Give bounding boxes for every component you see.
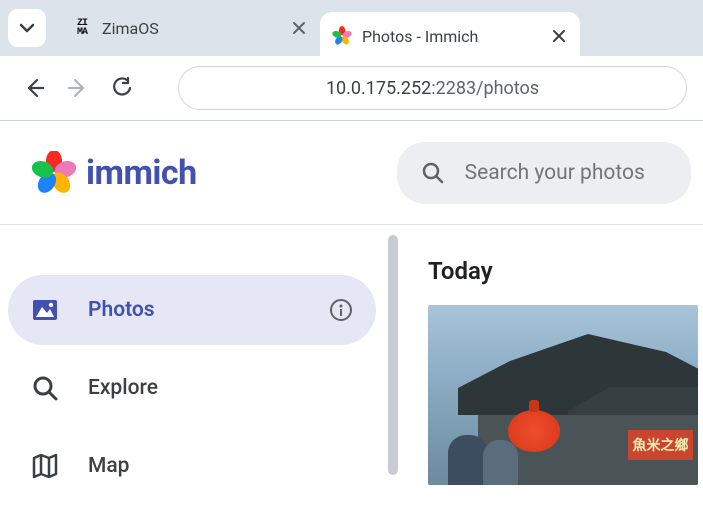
back-button[interactable]	[16, 70, 52, 106]
sidebar-item-label: Photos	[88, 298, 300, 322]
search-icon	[30, 373, 60, 403]
sidebar-item-label: Explore	[88, 376, 354, 400]
sidebar-item-photos[interactable]: Photos	[8, 275, 376, 345]
info-icon[interactable]	[328, 297, 354, 323]
arrow-right-icon	[67, 77, 89, 99]
search-box[interactable]: Search your photos	[397, 142, 691, 204]
immich-logo[interactable]: immich	[32, 151, 197, 195]
sidebar-item-map[interactable]: Map	[8, 431, 376, 501]
url-text: 10.0.175.252:2283/photos	[326, 78, 539, 99]
reload-button[interactable]	[104, 70, 140, 106]
tab-close-button[interactable]	[550, 27, 568, 45]
immich-favicon-icon	[332, 26, 352, 46]
tab-zimaos[interactable]: ZIMA ZimaOS	[60, 6, 320, 50]
scrollbar[interactable]	[388, 235, 398, 475]
photos-icon	[30, 295, 60, 325]
tab-title: ZimaOS	[102, 19, 280, 38]
section-title: Today	[428, 257, 703, 285]
arrow-left-icon	[23, 77, 45, 99]
tab-strip: ZIMA ZimaOS Photos - Immich	[0, 0, 703, 56]
reload-icon	[111, 77, 133, 99]
sidebar-item-label: Map	[88, 454, 354, 478]
close-icon	[552, 29, 566, 43]
sidebar-item-explore[interactable]: Explore	[8, 353, 376, 423]
tab-menu-button[interactable]	[8, 9, 46, 47]
search-placeholder: Search your photos	[465, 161, 645, 185]
immich-logo-icon	[32, 151, 76, 195]
chevron-down-icon	[19, 20, 35, 36]
address-bar[interactable]: 10.0.175.252:2283/photos	[178, 66, 687, 110]
forward-button[interactable]	[60, 70, 96, 106]
zimaos-favicon-icon: ZIMA	[72, 18, 92, 38]
app-area: immich Search your photos Photos	[0, 121, 703, 518]
browser-toolbar: 10.0.175.252:2283/photos	[0, 56, 703, 120]
sidebar: Photos Explore Map	[0, 225, 392, 518]
photo-sign-text: 魚米之鄉	[628, 430, 693, 460]
photo-thumbnail[interactable]: 魚米之鄉	[428, 305, 698, 485]
close-icon	[292, 21, 306, 35]
browser-chrome: ZIMA ZimaOS Photos - Immich	[0, 0, 703, 121]
search-icon	[421, 161, 445, 185]
app-header: immich Search your photos	[0, 121, 703, 225]
tab-title: Photos - Immich	[362, 27, 540, 46]
tab-immich[interactable]: Photos - Immich	[320, 12, 580, 56]
app-body: Photos Explore Map Today	[0, 225, 703, 518]
logo-text: immich	[86, 153, 197, 193]
tab-close-button[interactable]	[290, 19, 308, 37]
content-area: Today 魚米之鄉	[392, 225, 703, 518]
map-icon	[30, 451, 60, 481]
